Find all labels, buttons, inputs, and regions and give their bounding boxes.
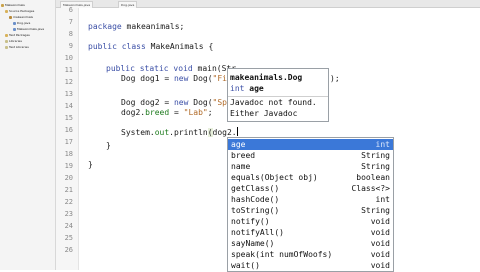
tree-item-label: Source Packages <box>9 9 35 13</box>
tree-item-label: Dog.java <box>17 21 31 25</box>
line-number: 18 <box>64 150 73 158</box>
code-line-close-class: } <box>88 160 93 169</box>
library-icon <box>5 45 8 49</box>
tree-item-project[interactable]: MakeAnimals <box>1 3 25 8</box>
project-tree-panel: MakeAnimals Source Packages makeanimals … <box>0 0 56 270</box>
line-number: 8 <box>68 30 73 38</box>
code-completion-popup[interactable]: age int breed String name String equals(Obj… <box>227 137 394 272</box>
line-number: 6 <box>68 6 73 14</box>
code-line-main-method[interactable]: public static void main(Str <box>106 64 236 74</box>
completion-item-notifyall[interactable]: notifyAll() void <box>228 227 393 238</box>
line-number: 13 <box>64 90 73 98</box>
completion-item-name[interactable]: name String <box>228 161 393 172</box>
code-line-dog1[interactable]: Dog dog1 = new Dog("Fi <box>121 74 227 84</box>
tab-dog-java[interactable]: Dog.java <box>118 1 138 8</box>
code-line-package[interactable]: package makeanimals; <box>88 22 184 32</box>
line-number: 11 <box>64 66 73 74</box>
line-number: 14 <box>64 102 73 110</box>
line-number: 12 <box>64 78 73 86</box>
javadoc-popup: makeanimals.Dog int age Javadoc not foun… <box>227 68 329 122</box>
javadoc-divider <box>228 96 328 97</box>
code-line-dog1-end: ); <box>330 74 340 83</box>
completion-item-sayname[interactable]: sayName() void <box>228 238 393 249</box>
project-icon <box>1 3 4 7</box>
folder-icon <box>5 9 8 13</box>
tree-item-libraries[interactable]: Libraries <box>5 39 22 44</box>
completion-item-getclass[interactable]: getClass() Class<?> <box>228 183 393 194</box>
line-number: 24 <box>64 222 73 230</box>
code-line-close-method: } <box>106 141 111 150</box>
tree-item-source-packages[interactable]: Source Packages <box>5 9 34 14</box>
line-number: 20 <box>64 174 73 182</box>
code-line-println[interactable]: System.out.println(dog2. <box>121 127 238 138</box>
completion-item-notify[interactable]: notify() void <box>228 216 393 227</box>
completion-item-hashcode[interactable]: hashCode() int <box>228 194 393 205</box>
code-line-dog2[interactable]: Dog dog2 = new Dog("Sp <box>121 98 227 108</box>
line-number: 26 <box>64 246 73 254</box>
line-number: 23 <box>64 210 73 218</box>
line-number: 17 <box>64 138 73 146</box>
tree-item-dog-java[interactable]: Dog.java <box>13 21 30 26</box>
completion-item-tostring[interactable]: toString() String <box>228 205 393 216</box>
tree-item-label: Test Libraries <box>9 45 29 49</box>
folder-icon <box>5 33 8 37</box>
library-icon <box>5 39 8 43</box>
tab-label: Dog.java <box>121 3 135 7</box>
javadoc-message: Javadoc not found. <box>230 98 317 107</box>
tree-item-label: makeanimals <box>13 15 33 19</box>
tree-item-label: Libraries <box>9 39 22 43</box>
tree-item-package[interactable]: makeanimals <box>9 15 33 20</box>
tree-item-label: Test Packages <box>9 33 30 37</box>
editor-tab-bar: MakeAnimals.java Dog.java <box>56 0 480 8</box>
tree-item-test-libraries[interactable]: Test Libraries <box>5 45 29 50</box>
line-number: 19 <box>64 162 73 170</box>
package-icon <box>9 15 12 19</box>
java-file-icon <box>13 27 16 31</box>
completion-item-breed[interactable]: breed String <box>228 150 393 161</box>
line-number: 7 <box>68 18 73 26</box>
text-cursor <box>236 127 238 136</box>
line-number: 25 <box>64 234 73 242</box>
line-number: 22 <box>64 198 73 206</box>
java-file-icon <box>13 21 16 25</box>
completion-item-wait[interactable]: wait() void <box>228 260 393 271</box>
tree-item-label: MakeAnimals.java <box>17 27 45 31</box>
tree-item-test-packages[interactable]: Test Packages <box>5 33 30 38</box>
tree-item-label: MakeAnimals <box>5 3 25 7</box>
javadoc-message-continued: Either Javadoc <box>230 109 298 118</box>
line-number: 21 <box>64 186 73 194</box>
javadoc-signature: int age <box>230 84 264 93</box>
line-number: 16 <box>64 126 73 134</box>
completion-item-equals[interactable]: equals(Object obj) boolean <box>228 172 393 183</box>
line-number: 15 <box>64 114 73 122</box>
code-line-class-decl[interactable]: public class MakeAnimals { <box>88 42 213 52</box>
line-number: 9 <box>68 42 73 50</box>
completion-item-speak[interactable]: speak(int numOfWoofs) void <box>228 249 393 260</box>
tree-item-makeanimals-java[interactable]: MakeAnimals.java <box>13 27 44 32</box>
code-line-breed-assign[interactable]: dog2.breed = "Lab"; <box>121 108 213 118</box>
line-number: 10 <box>64 54 73 62</box>
javadoc-title: makeanimals.Dog <box>230 73 303 82</box>
completion-item-age[interactable]: age int <box>228 139 393 150</box>
